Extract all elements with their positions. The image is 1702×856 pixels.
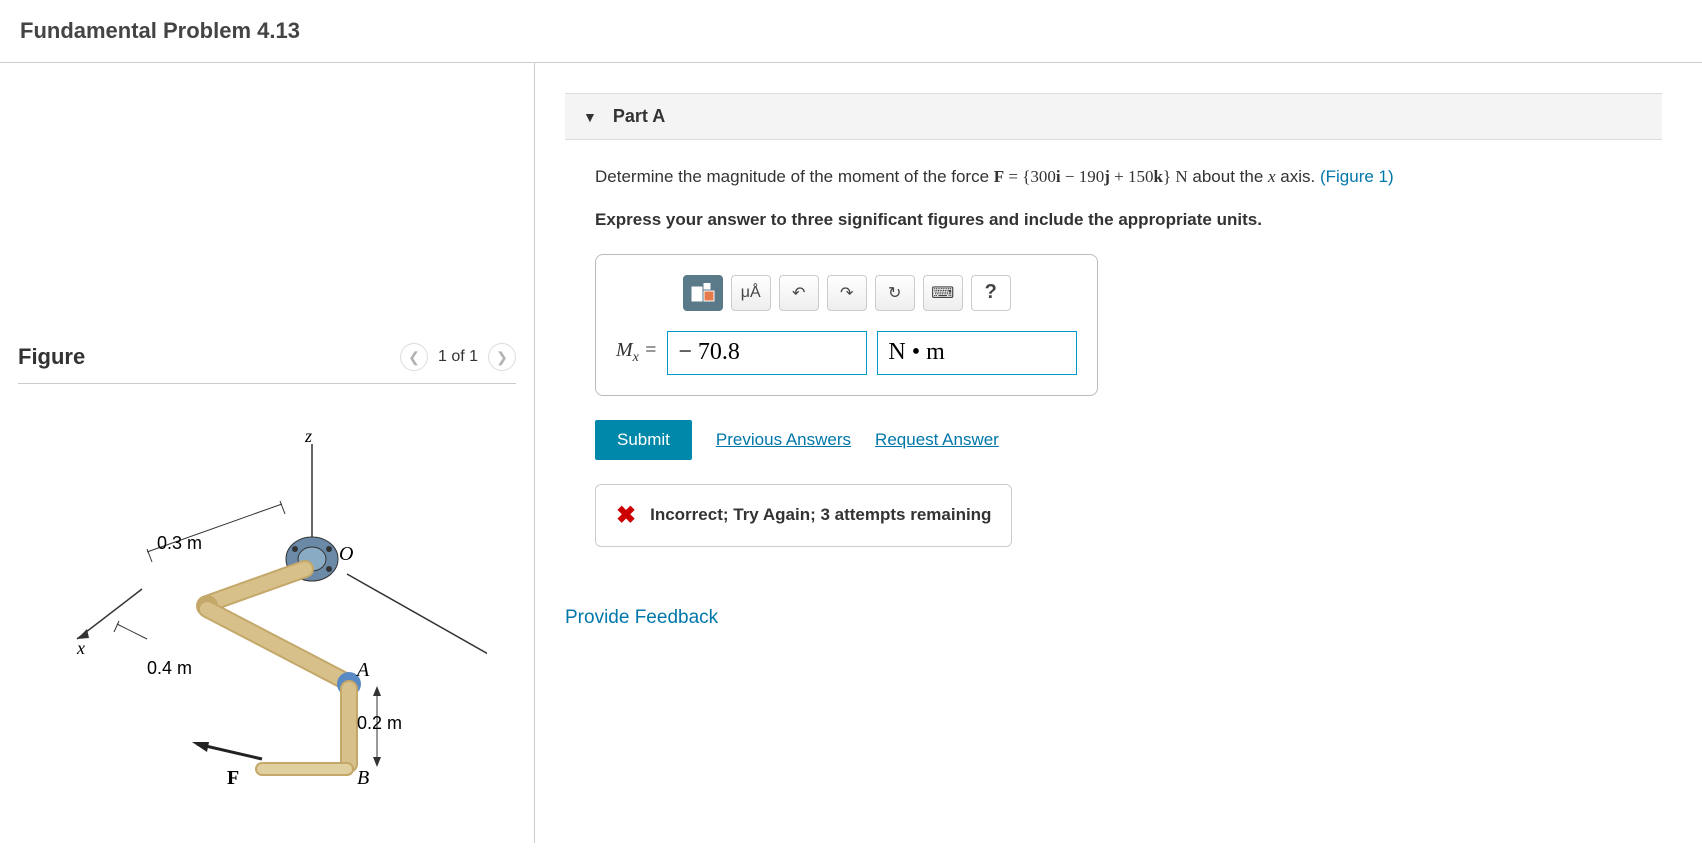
question-pre: Determine the magnitude of the moment of… — [595, 167, 994, 186]
right-panel: ▼ Part A Determine the magnitude of the … — [535, 63, 1702, 843]
reset-icon: ↻ — [888, 283, 901, 303]
part-header[interactable]: ▼ Part A — [565, 93, 1662, 140]
feedback-box: ✖ Incorrect; Try Again; 3 attempts remai… — [595, 484, 1012, 547]
answer-variable-label: Mx = — [616, 339, 657, 366]
point-B-label: B — [357, 767, 369, 784]
help-button[interactable]: ? — [971, 275, 1011, 311]
figure-prev-button[interactable]: ❮ — [400, 343, 428, 371]
collapse-arrow-icon: ▼ — [583, 109, 597, 125]
figure-title: Figure — [18, 344, 85, 370]
problem-title: Fundamental Problem 4.13 — [20, 18, 1682, 44]
incorrect-icon: ✖ — [616, 501, 636, 530]
point-A-label: A — [355, 659, 370, 681]
dim-0-2m: 0.2 m — [357, 713, 402, 733]
dim-0-4m: 0.4 m — [147, 658, 192, 678]
provide-feedback-link[interactable]: Provide Feedback — [565, 607, 1662, 629]
feedback-text: Incorrect; Try Again; 3 attempts remaini… — [650, 505, 991, 525]
answer-box: μÅ ↶ ↷ ↻ ⌨ ? Mx = — [595, 254, 1098, 396]
figure-section: Figure ❮ 1 of 1 ❯ z — [0, 343, 534, 794]
answer-toolbar: μÅ ↶ ↷ ↻ ⌨ ? — [616, 275, 1077, 311]
units-tool-button[interactable]: μÅ — [731, 275, 771, 311]
instruction-text: Express your answer to three significant… — [565, 210, 1662, 230]
dim-0-3m: 0.3 m — [157, 533, 202, 553]
point-O-label: O — [339, 543, 353, 565]
figure-nav: ❮ 1 of 1 ❯ — [400, 343, 516, 371]
question-text: Determine the magnitude of the moment of… — [565, 164, 1662, 190]
page-header: Fundamental Problem 4.13 — [0, 0, 1702, 63]
force-F-label: F — [227, 767, 239, 784]
redo-icon: ↷ — [840, 283, 853, 303]
figure-counter: 1 of 1 — [438, 348, 478, 366]
template-icon — [691, 283, 715, 303]
answer-input-row: Mx = — [616, 331, 1077, 375]
undo-icon: ↶ — [792, 283, 805, 303]
submit-button[interactable]: Submit — [595, 420, 692, 460]
axis-z-label: z — [304, 426, 312, 446]
redo-button[interactable]: ↷ — [827, 275, 867, 311]
previous-answers-link[interactable]: Previous Answers — [716, 430, 851, 450]
figure-diagram: z y x O — [18, 414, 516, 794]
action-row: Submit Previous Answers Request Answer — [595, 420, 1662, 460]
answer-value-input[interactable] — [667, 331, 867, 375]
chevron-left-icon: ❮ — [408, 349, 420, 366]
figure-link[interactable]: (Figure 1) — [1320, 167, 1394, 186]
question-post: about the x axis. — [1188, 167, 1320, 186]
pipe-diagram-svg: z y x O — [47, 424, 487, 784]
figure-next-button[interactable]: ❯ — [488, 343, 516, 371]
undo-button[interactable]: ↶ — [779, 275, 819, 311]
keyboard-button[interactable]: ⌨ — [923, 275, 963, 311]
template-tool-button[interactable] — [683, 275, 723, 311]
chevron-right-icon: ❯ — [496, 349, 508, 366]
reset-button[interactable]: ↻ — [875, 275, 915, 311]
units-icon: μÅ — [741, 284, 761, 302]
keyboard-icon: ⌨ — [931, 283, 954, 303]
help-icon: ? — [985, 281, 997, 304]
axis-x-label: x — [76, 638, 85, 658]
main-content: Figure ❮ 1 of 1 ❯ z — [0, 63, 1702, 843]
left-panel: Figure ❮ 1 of 1 ❯ z — [0, 63, 535, 843]
request-answer-link[interactable]: Request Answer — [875, 430, 999, 450]
figure-header: Figure ❮ 1 of 1 ❯ — [18, 343, 516, 384]
answer-unit-input[interactable] — [877, 331, 1077, 375]
part-title: Part A — [613, 106, 665, 127]
